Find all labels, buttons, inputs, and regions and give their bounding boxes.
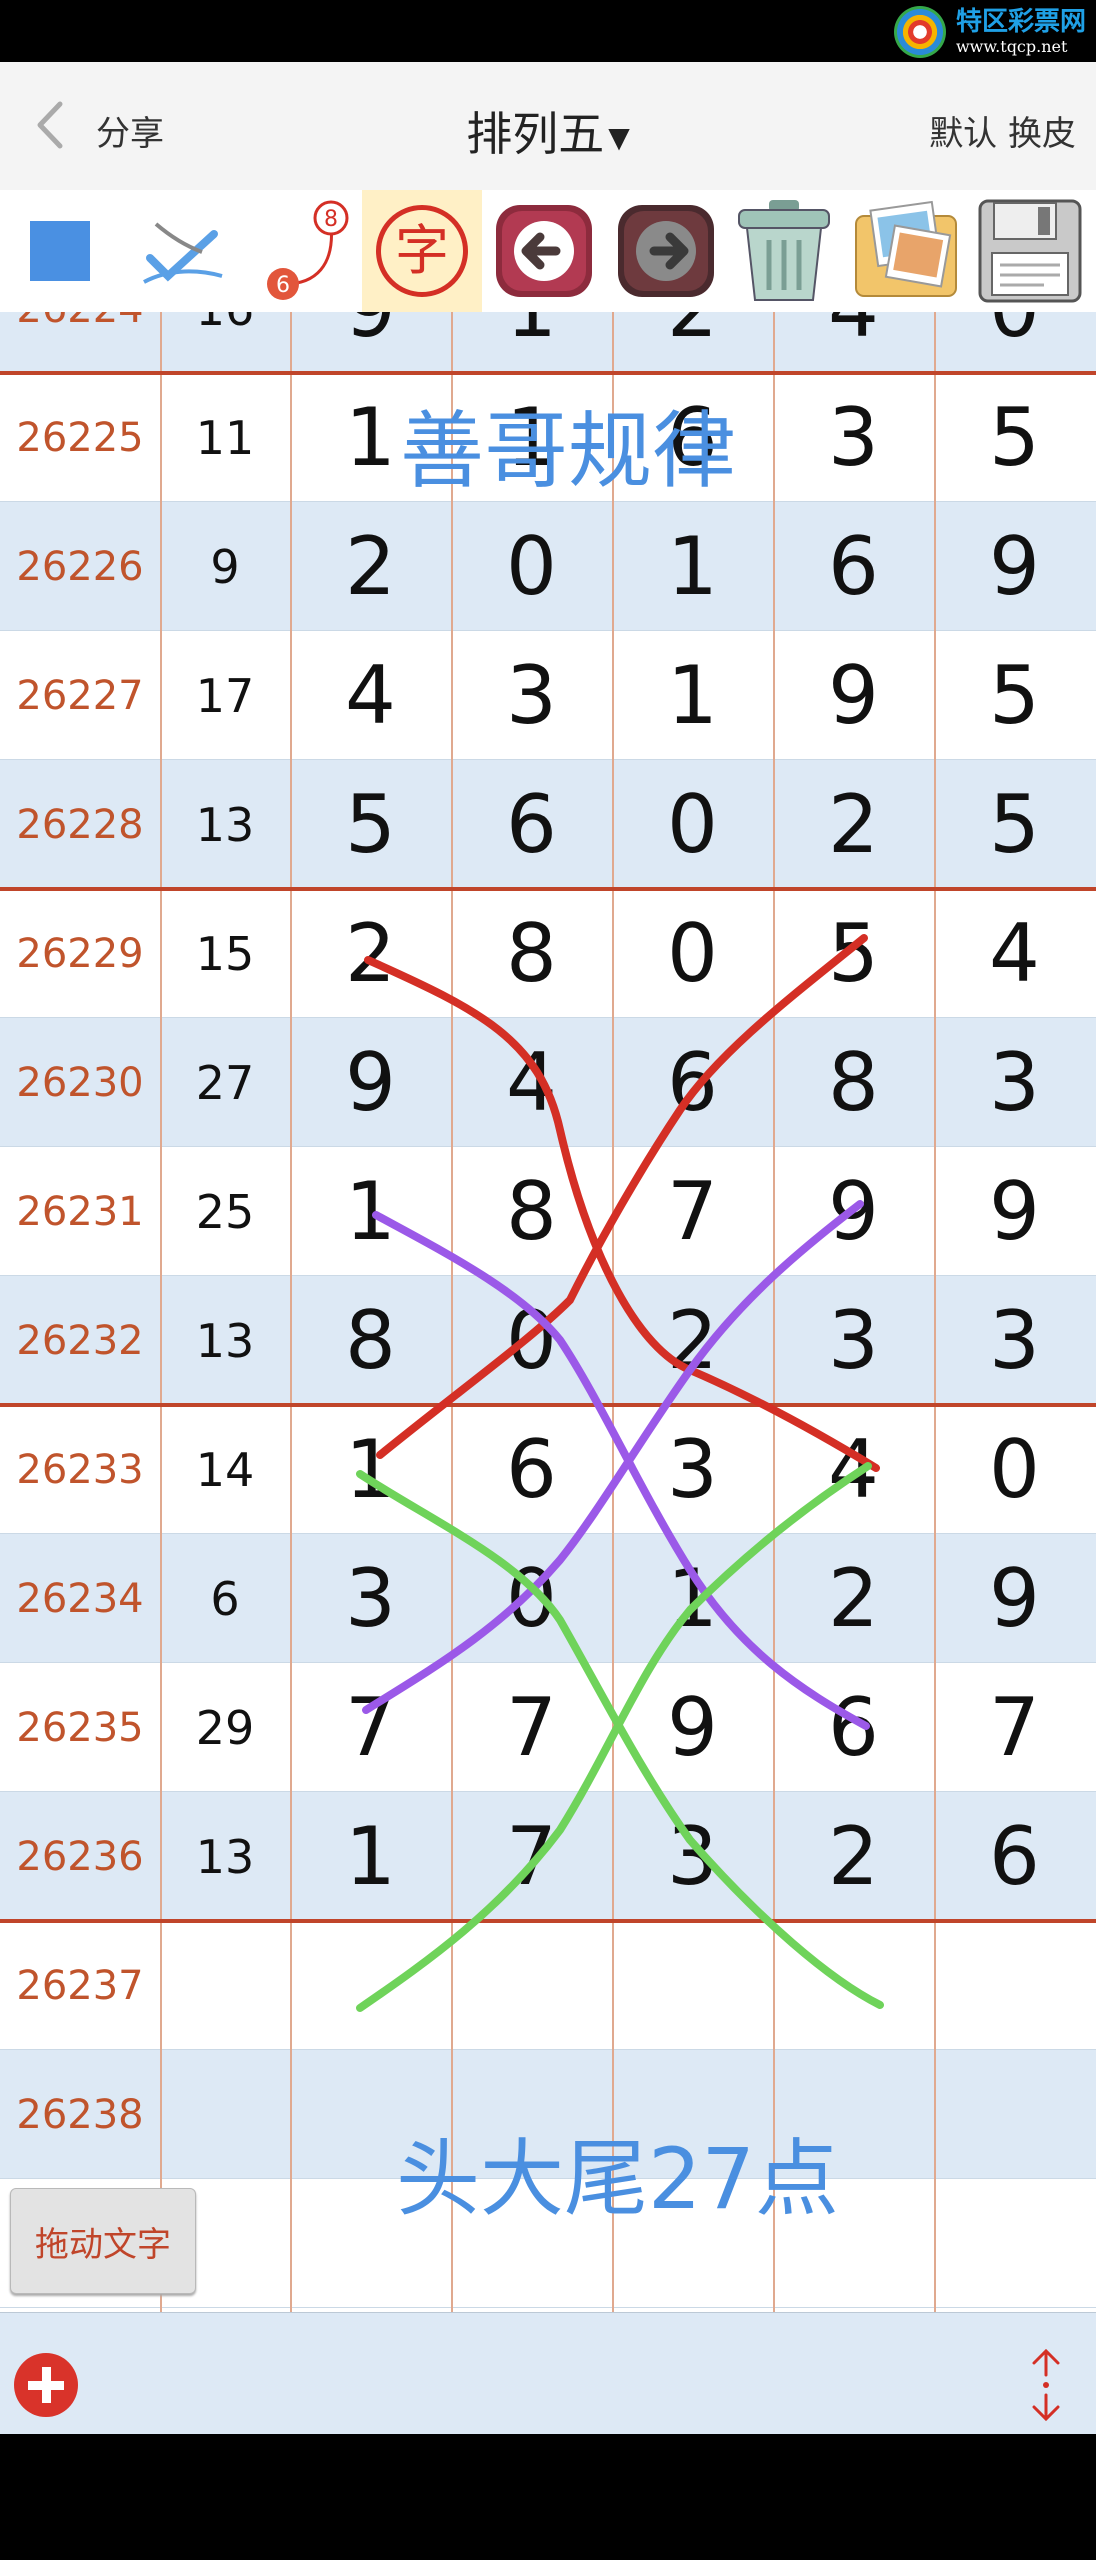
drag-text-button[interactable]: 拖动文字 (10, 2188, 196, 2294)
overlay-note-text[interactable]: 头大尾27点 (396, 2112, 839, 2233)
green-stroke-1 (356, 1470, 884, 2009)
green-stroke-2 (356, 1462, 872, 2012)
system-nav-bar (0, 2434, 1096, 2560)
resize-arrows-icon[interactable] (1026, 2347, 1066, 2423)
red-stroke-2 (376, 934, 868, 1459)
add-icon[interactable] (14, 2353, 78, 2417)
overlay-title-text[interactable]: 善哥规律 (400, 384, 736, 505)
bottom-bar (0, 2312, 1096, 2435)
red-stroke-1 (364, 956, 880, 1472)
